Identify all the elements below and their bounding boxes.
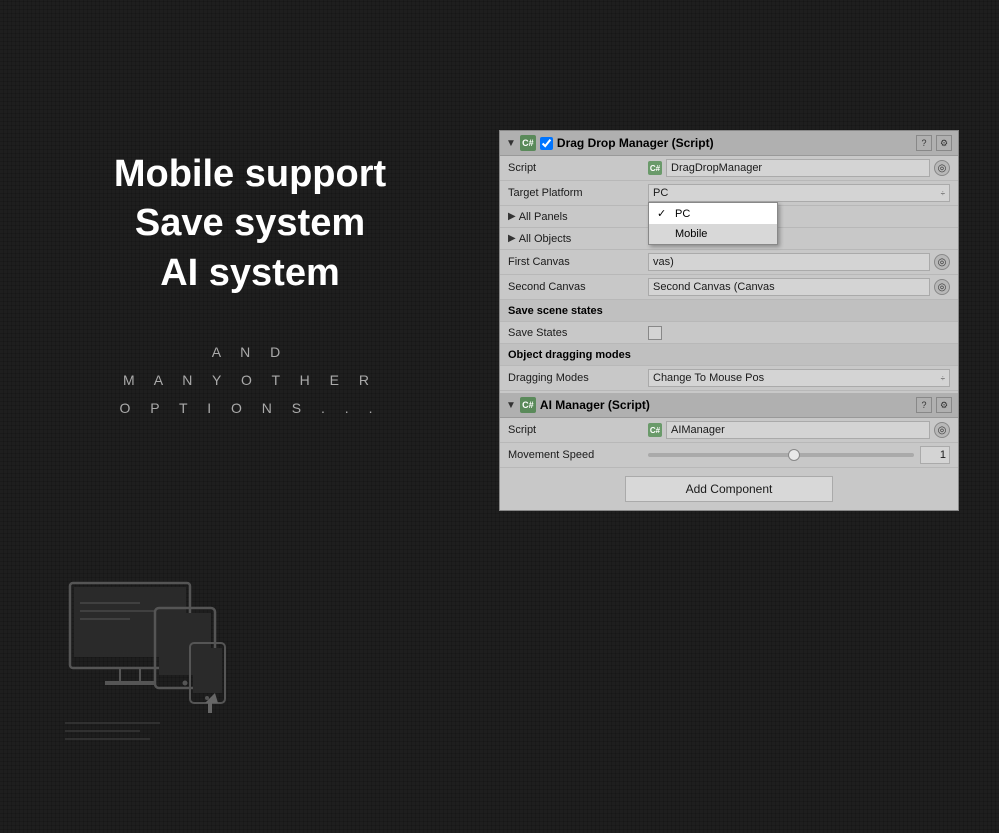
second-canvas-row: Second Canvas Second Canvas (Canvas ◎ [500,275,958,300]
ai-script-field[interactable]: AIManager [666,421,930,439]
movement-speed-value-container: 1 [648,446,950,464]
script-circle-btn[interactable]: ◎ [934,160,950,176]
first-canvas-label: First Canvas [508,256,648,268]
dragging-modes-label: Dragging Modes [508,372,648,384]
ai-manager-help-icon[interactable]: ? [916,397,932,413]
drag-drop-header-icons: ? ⚙ [916,135,952,151]
drag-drop-title: Drag Drop Manager (Script) [557,136,916,150]
slider-value-field[interactable]: 1 [920,446,950,464]
dragging-modes-dropdown-arrow: ÷ [941,374,945,383]
second-canvas-label: Second Canvas [508,281,648,293]
script-field[interactable]: DragDropManager [666,159,930,177]
save-scene-states-title: Save scene states [508,305,603,317]
all-panels-label: All Panels [519,211,568,223]
script-field-value: DragDropManager [671,162,762,174]
first-canvas-circle-btn[interactable]: ◎ [934,254,950,270]
dragging-modes-selected: Change To Mouse Pos [653,372,764,384]
ai-script-value-container: C# AIManager ◎ [648,421,950,439]
movement-speed-row: Movement Speed 1 [500,443,958,468]
drag-drop-component-header: ▼ C# Drag Drop Manager (Script) ? ⚙ [500,131,958,156]
script-value-container: C# DragDropManager ◎ [648,159,950,177]
second-canvas-field[interactable]: Second Canvas (Canvas [648,278,930,296]
first-canvas-value: vas) [653,256,674,268]
left-panel: Mobile support Save system AI system A N… [60,150,440,422]
save-states-checkbox[interactable] [648,326,662,340]
subtext-line2: M A N Y O T H E R [123,372,377,388]
add-component-button[interactable]: Add Component [625,476,834,502]
ai-manager-settings-icon[interactable]: ⚙ [936,397,952,413]
main-heading: Mobile support Save system AI system [60,150,440,298]
object-dragging-header: Object dragging modes [500,344,958,366]
target-platform-dropdown[interactable]: PC ÷ ✓ PC Mobile [648,184,950,202]
all-panels-arrow[interactable]: ▶ [508,211,516,222]
ai-script-label: Script [508,424,648,436]
dragging-modes-value-container: Change To Mouse Pos ÷ [648,369,950,387]
heading-line1: Mobile support [114,153,386,195]
second-canvas-circle-btn[interactable]: ◎ [934,279,950,295]
save-states-checkbox-container [648,326,950,340]
ai-script-value: C# AIManager [648,421,930,439]
dropdown-item-mobile[interactable]: Mobile [649,224,777,244]
add-component-row: Add Component [500,468,958,510]
ai-script-field-value: AIManager [671,424,725,436]
slider-thumb[interactable] [788,449,800,461]
ai-script-file-icon: C# [648,423,662,437]
first-canvas-field[interactable]: vas) [648,253,930,271]
movement-speed-label: Movement Speed [508,449,648,461]
movement-speed-slider: 1 [648,446,950,464]
script-label: Script [508,162,648,174]
target-platform-label: Target Platform [508,187,648,199]
save-states-row: Save States [500,322,958,344]
drag-drop-fold-arrow[interactable]: ▼ [506,138,516,149]
script-file-icon: C# [648,161,662,175]
ai-manager-header-icons: ? ⚙ [916,397,952,413]
device-illustration-icon [60,573,260,763]
pc-checkmark: ✓ [657,207,669,220]
sub-heading: A N D M A N Y O T H E R O P T I O N S . … [60,338,440,422]
heading-line3: AI system [160,252,340,294]
ai-manager-script-icon: C# [520,397,536,413]
all-objects-arrow[interactable]: ▶ [508,233,516,244]
first-canvas-row: First Canvas vas) ◎ [500,250,958,275]
slider-value-text: 1 [940,449,946,461]
ai-manager-title: AI Manager (Script) [540,398,916,412]
target-platform-value-container: PC ÷ ✓ PC Mobile [648,184,950,202]
subtext-line1: A N D [212,344,289,360]
ai-script-circle-btn[interactable]: ◎ [934,422,950,438]
subtext-line3: O P T I O N S . . . [120,400,381,416]
slider-track[interactable] [648,453,914,457]
target-platform-dropdown-popup: ✓ PC Mobile [648,202,778,245]
pc-option-label: PC [675,208,690,220]
ai-manager-fold-arrow[interactable]: ▼ [506,400,516,411]
script-value: C# DragDropManager [648,159,930,177]
ai-script-row: Script C# AIManager ◎ [500,418,958,443]
all-objects-label: All Objects [519,233,572,245]
second-canvas-value: Second Canvas (Canvas [653,281,775,293]
object-dragging-title: Object dragging modes [508,349,631,361]
device-icon-area [60,573,280,773]
first-canvas-value-container: vas) ◎ [648,253,950,271]
save-scene-states-header: Save scene states [500,300,958,322]
save-states-label: Save States [508,327,648,339]
drag-drop-enabled-checkbox[interactable] [540,137,553,150]
target-platform-dropdown-field[interactable]: PC ÷ [648,184,950,202]
target-platform-row: Target Platform PC ÷ ✓ PC Mobile [500,181,958,206]
drag-drop-script-icon: C# [520,135,536,151]
mobile-option-label: Mobile [675,228,707,240]
dropdown-item-pc[interactable]: ✓ PC [649,203,777,224]
dragging-modes-dropdown-field[interactable]: Change To Mouse Pos ÷ [648,369,950,387]
script-row: Script C# DragDropManager ◎ [500,156,958,181]
ai-manager-component-header: ▼ C# AI Manager (Script) ? ⚙ [500,393,958,418]
dropdown-arrow-icon: ÷ [941,189,945,198]
second-canvas-value-container: Second Canvas (Canvas ◎ [648,278,950,296]
unity-inspector-panel: ▼ C# Drag Drop Manager (Script) ? ⚙ Scri… [499,130,959,511]
heading-line2: Save system [135,202,365,244]
drag-drop-help-icon[interactable]: ? [916,135,932,151]
target-platform-selected: PC [653,187,668,199]
dragging-modes-dropdown[interactable]: Change To Mouse Pos ÷ [648,369,950,387]
drag-drop-settings-icon[interactable]: ⚙ [936,135,952,151]
dragging-modes-row: Dragging Modes Change To Mouse Pos ÷ [500,366,958,391]
